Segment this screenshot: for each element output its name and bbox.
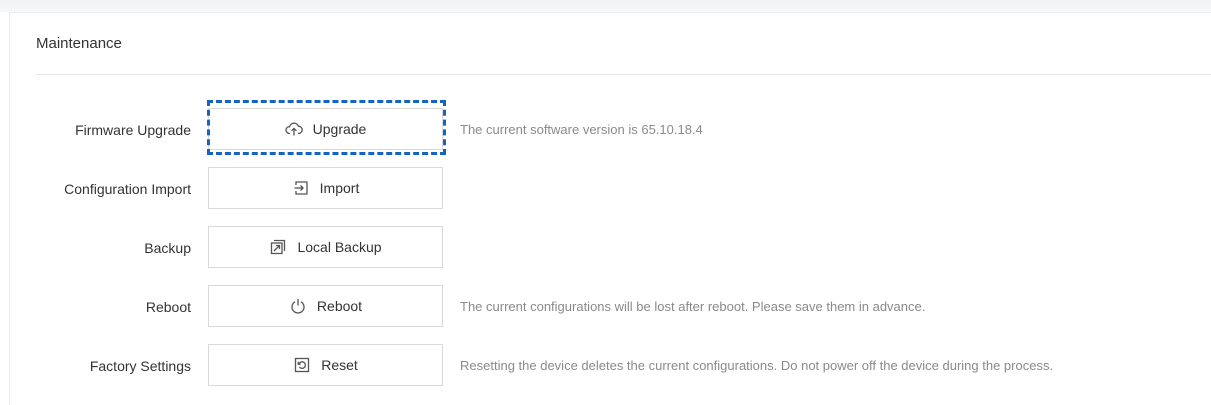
upgrade-button-label: Upgrade	[312, 121, 367, 137]
reset-icon	[293, 356, 311, 374]
firmware-version-hint: The current software version is 65.10.18…	[460, 122, 703, 137]
firmware-upgrade-label: Firmware Upgrade	[75, 122, 191, 138]
panel-title: Maintenance	[36, 35, 122, 52]
local-backup-button-label: Local Backup	[297, 239, 382, 255]
import-button[interactable]: Import	[208, 167, 443, 209]
reboot-hint: The current configurations will be lost …	[460, 299, 926, 314]
import-icon	[292, 179, 310, 197]
backup-icon	[269, 238, 287, 256]
row-backup: Backup Local Backup	[10, 226, 1211, 270]
cloud-upload-icon	[285, 120, 303, 138]
configuration-import-label: Configuration Import	[64, 181, 191, 197]
upgrade-button[interactable]: Upgrade	[208, 108, 443, 150]
row-factory-settings: Factory Settings Reset Resetting the dev…	[10, 344, 1211, 388]
factory-settings-label: Factory Settings	[89, 358, 191, 374]
divider	[36, 74, 1211, 75]
reset-button[interactable]: Reset	[208, 344, 443, 386]
factory-reset-hint: Resetting the device deletes the current…	[460, 358, 1054, 373]
row-configuration-import: Configuration Import Import	[10, 167, 1211, 211]
reboot-button-label: Reboot	[316, 298, 363, 314]
row-reboot: Reboot Reboot The current configurations…	[10, 285, 1211, 329]
reboot-button[interactable]: Reboot	[208, 285, 443, 327]
reboot-label: Reboot	[145, 299, 191, 315]
power-icon	[289, 297, 307, 315]
row-firmware-upgrade: Firmware Upgrade Upgrade The current sof…	[10, 108, 1211, 152]
import-button-label: Import	[319, 180, 360, 196]
maintenance-panel: Maintenance Firmware Upgrade Upgrade The…	[9, 12, 1211, 405]
reset-button-label: Reset	[321, 357, 358, 373]
local-backup-button[interactable]: Local Backup	[208, 226, 443, 268]
top-band	[0, 0, 1211, 12]
backup-label: Backup	[144, 240, 191, 256]
